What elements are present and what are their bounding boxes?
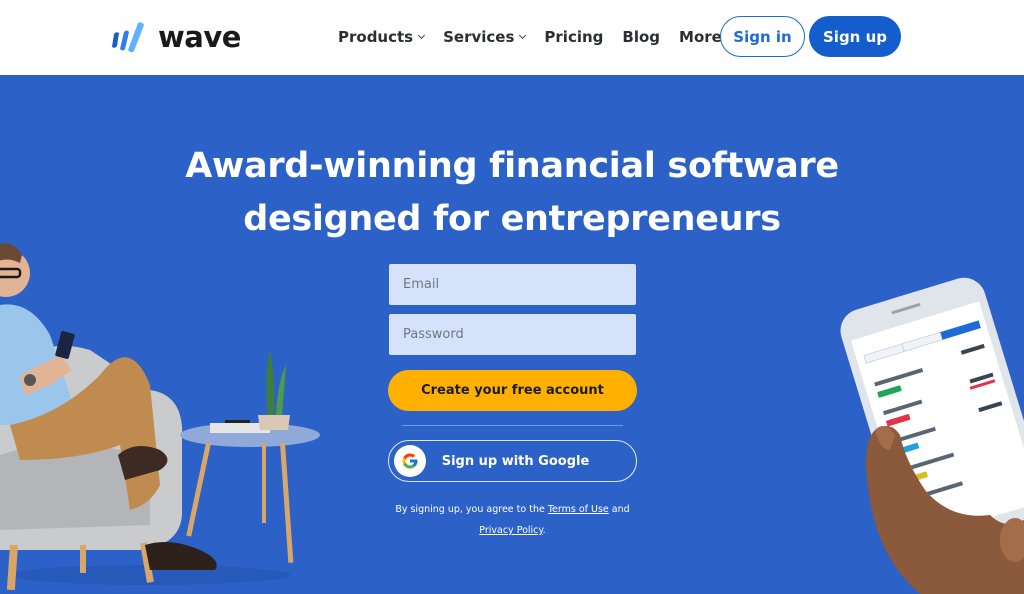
legal-notice: By signing up, you agree to the Terms of… [370,499,655,541]
google-signup-button[interactable]: Sign up with Google [388,440,637,482]
wave-logo-icon [112,22,144,53]
privacy-policy-link[interactable]: Privacy Policy [479,525,542,536]
chevron-down-icon [519,31,527,40]
nav-services[interactable]: Services [443,28,527,46]
create-account-button[interactable]: Create your free account [388,370,637,411]
nav-pricing[interactable]: Pricing [544,28,603,46]
nav-products[interactable]: Products [338,28,426,46]
email-input[interactable] [389,264,636,305]
nav-blog[interactable]: Blog [622,28,660,46]
nav-pricing-label: Pricing [544,28,604,46]
form-divider [402,425,623,426]
main-nav: Products Services Pricing Blog More [338,24,734,50]
site-header: wave Products Services Pricing Blog More… [0,0,1024,75]
hero-title: Award-winning financial software designe… [0,140,1024,246]
legal-suffix: . [542,525,546,536]
wave-logo[interactable]: wave [110,20,241,54]
nav-blog-label: Blog [622,28,661,46]
hero-title-line2: designed for entrepreneurs [243,199,781,239]
legal-middle: and [608,504,630,515]
nav-more-label: More [679,28,722,46]
legal-prefix: By signing up, you agree to the [395,504,548,515]
sign-in-button[interactable]: Sign in [720,16,805,57]
terms-of-use-link[interactable]: Terms of Use [548,504,609,515]
nav-services-label: Services [443,28,515,46]
hero-title-line1: Award-winning financial software [185,146,839,186]
chevron-down-icon [418,31,426,40]
logo-text: wave [158,20,241,54]
man-in-armchair-illustration [0,225,330,594]
sign-up-button[interactable]: Sign up [809,16,901,57]
google-signup-label: Sign up with Google [441,453,590,469]
nav-products-label: Products [338,28,414,46]
hand-holding-phone-illustration [830,270,1024,594]
password-input[interactable] [389,314,636,355]
